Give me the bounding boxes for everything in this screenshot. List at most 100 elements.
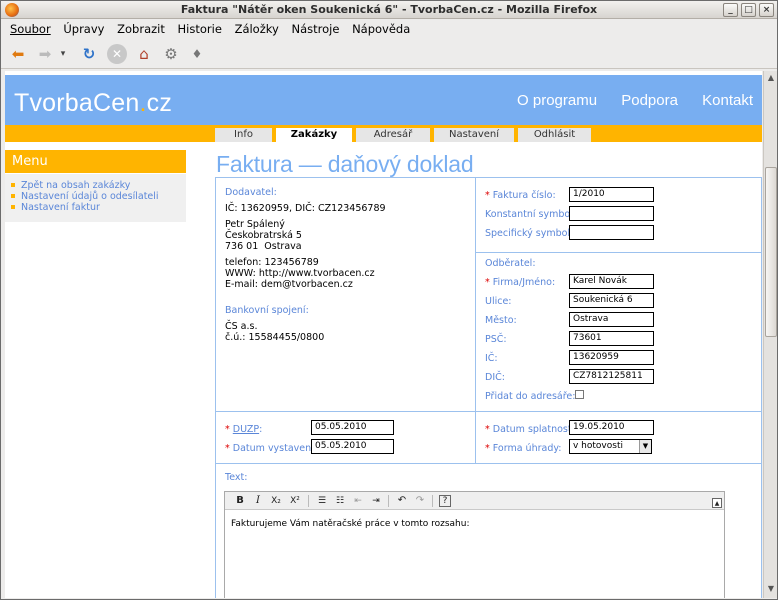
city-input[interactable]: Ostrava xyxy=(569,312,654,327)
duzp-input[interactable]: 05.05.2010 xyxy=(311,420,394,435)
sidebar-item-back[interactable]: Zpět na obsah zakázky xyxy=(5,180,186,191)
bank-heading: Bankovní spojení: xyxy=(225,305,309,316)
nav-kontakt[interactable]: Kontakt xyxy=(702,92,753,109)
editor-toolbar: B I X₂ X² ☰ ☷ ⇤ ⇥ ↶ ↷ ? ▲ xyxy=(225,492,724,510)
outdent-icon[interactable]: ⇤ xyxy=(351,494,365,508)
street-label: Ulice: xyxy=(485,296,512,307)
forward-icon[interactable]: ➡ xyxy=(35,44,55,64)
toolbar-separator xyxy=(432,495,433,507)
due-date-label: * Datum splatnosti: xyxy=(485,424,578,435)
help-icon[interactable]: ? xyxy=(439,495,451,507)
back-icon[interactable]: ⬅ xyxy=(8,44,28,64)
sidebar-item-sender-settings[interactable]: Nastavení údajů o odesílateli xyxy=(5,191,186,202)
sidebar: Menu Zpět na obsah zakázky Nastavení úda… xyxy=(5,150,186,222)
title-bar: Faktura "Nátěr oken Soukenická 6" - Tvor… xyxy=(1,1,777,19)
firm-input[interactable]: Karel Novák xyxy=(569,274,654,289)
nav-podpora[interactable]: Podpora xyxy=(621,92,678,109)
invoice-number-label: * Faktura číslo: xyxy=(485,190,556,201)
site-header: TvorbaCen.cz O programu Podpora Kontakt xyxy=(5,75,762,125)
maximize-button[interactable]: □ xyxy=(741,3,756,17)
scroll-thumb[interactable] xyxy=(765,167,777,337)
add-to-addressbook-checkbox[interactable] xyxy=(575,390,584,399)
tab-adresar[interactable]: Adresář xyxy=(356,128,430,142)
row-divider-text xyxy=(216,463,762,464)
supplier-city: 736 01 Ostrava xyxy=(225,241,302,252)
menu-soubor[interactable]: Soubor xyxy=(10,22,51,36)
toolbar-separator xyxy=(308,495,309,507)
navigation-toolbar: ⬅ ➡ ▾ ↻ ✕ ⌂ ⚙ ♦ xyxy=(1,39,777,69)
menu-nastroje[interactable]: Nástroje xyxy=(291,22,339,36)
customer-heading: Odběratel: xyxy=(485,258,536,269)
tab-nastaveni[interactable]: Nastavení xyxy=(434,128,514,142)
invoice-form: Dodavatel: IČ: 13620959, DIČ: CZ12345678… xyxy=(215,177,762,598)
menu-zalozky[interactable]: Záložky xyxy=(235,22,279,36)
undo-icon[interactable]: ↶ xyxy=(395,494,409,508)
issued-date-label: * Datum vystavení: xyxy=(225,443,318,454)
addon-icon[interactable]: ♦ xyxy=(187,44,207,64)
select-arrow-icon: ▼ xyxy=(639,440,651,453)
stop-icon[interactable]: ✕ xyxy=(107,44,127,64)
reload-icon[interactable]: ↻ xyxy=(79,44,99,64)
sidebar-title: Menu xyxy=(5,150,186,174)
tab-zakazky[interactable]: Zakázky xyxy=(276,128,352,142)
supplier-name: Petr Spálený xyxy=(225,219,285,230)
menu-bar: Soubor Úpravy Zobrazit Historie Záložky … xyxy=(1,20,777,39)
unordered-list-icon[interactable]: ☷ xyxy=(333,494,347,508)
street-input[interactable]: Soukenická 6 xyxy=(569,293,654,308)
close-button[interactable]: × xyxy=(759,3,774,17)
due-date-input[interactable]: 19.05.2010 xyxy=(569,420,654,435)
redo-icon[interactable]: ↷ xyxy=(413,494,427,508)
editor-content[interactable]: Fakturujeme Vám natěračské práce v tomto… xyxy=(231,519,469,529)
ic-input[interactable]: 13620959 xyxy=(569,350,654,365)
zip-input[interactable]: 73601 xyxy=(569,331,654,346)
payment-form-select[interactable]: v hotovosti ▼ xyxy=(569,439,652,454)
gear-icon[interactable]: ⚙ xyxy=(161,44,181,64)
sidebar-item-invoice-settings[interactable]: Nastavení faktur xyxy=(5,202,186,213)
supplier-phone: telefon: 123456789 xyxy=(225,257,319,268)
supplier-ids: IČ: 13620959, DIČ: CZ123456789 xyxy=(225,203,386,214)
column-divider xyxy=(475,178,476,464)
ic-label: IČ: xyxy=(485,353,498,364)
menu-napoveda[interactable]: Nápověda xyxy=(352,22,410,36)
minimize-button[interactable]: _ xyxy=(723,3,738,17)
tab-bar: Info Zakázky Adresář Nastavení Odhlásit xyxy=(5,125,762,142)
specific-symbol-label: Specifický symbol: xyxy=(485,228,574,239)
subscript-icon[interactable]: X₂ xyxy=(269,494,283,508)
indent-icon[interactable]: ⇥ xyxy=(369,494,383,508)
scroll-up-icon[interactable]: ▲ xyxy=(765,72,777,84)
invoice-number-input[interactable]: 1/2010 xyxy=(569,187,654,202)
issued-date-input[interactable]: 05.05.2010 xyxy=(311,439,394,454)
tab-info[interactable]: Info xyxy=(215,128,272,142)
bank-account: č.ú.: 15584455/0800 xyxy=(225,332,325,343)
dic-input[interactable]: CZ7812125811 xyxy=(569,369,654,384)
collapse-toolbar-icon[interactable]: ▲ xyxy=(712,498,722,508)
menu-zobrazit[interactable]: Zobrazit xyxy=(117,22,165,36)
history-dropdown-icon[interactable]: ▾ xyxy=(57,44,69,64)
ordered-list-icon[interactable]: ☰ xyxy=(315,494,329,508)
supplier-email: E-mail: dem@tvorbacen.cz xyxy=(225,279,353,290)
constant-symbol-input[interactable] xyxy=(569,206,654,221)
menu-historie[interactable]: Historie xyxy=(178,22,222,36)
constant-symbol-label: Konstantní symbol: xyxy=(485,209,577,220)
italic-icon[interactable]: I xyxy=(251,494,265,508)
supplier-heading: Dodavatel: xyxy=(225,187,277,198)
superscript-icon[interactable]: X² xyxy=(288,494,302,508)
scroll-down-icon[interactable]: ▼ xyxy=(765,583,777,595)
menu-upravy[interactable]: Úpravy xyxy=(63,22,104,36)
row-divider-dates xyxy=(216,411,762,412)
payment-form-label: * Forma úhrady: xyxy=(485,443,562,454)
nav-o-programu[interactable]: O programu xyxy=(517,92,597,109)
specific-symbol-input[interactable] xyxy=(569,225,654,240)
sidebar-menu: Zpět na obsah zakázky Nastavení údajů o … xyxy=(5,174,186,222)
supplier-www: WWW: http://www.tvorbacen.cz xyxy=(225,268,375,279)
home-icon[interactable]: ⌂ xyxy=(134,44,154,64)
tab-odhlasit[interactable]: Odhlásit xyxy=(518,128,591,142)
bold-icon[interactable]: B xyxy=(233,494,247,508)
site-logo[interactable]: TvorbaCen.cz xyxy=(14,89,172,118)
page-title: Faktura — daňový doklad xyxy=(216,151,474,177)
page-viewport: TvorbaCen.cz O programu Podpora Kontakt … xyxy=(5,71,762,598)
duzp-label: * DUZP: xyxy=(225,424,263,435)
text-label: Text: xyxy=(225,472,248,483)
supplier-street: Českobratrská 5 xyxy=(225,230,302,241)
vertical-scrollbar[interactable]: ▲ ▼ xyxy=(763,71,777,598)
